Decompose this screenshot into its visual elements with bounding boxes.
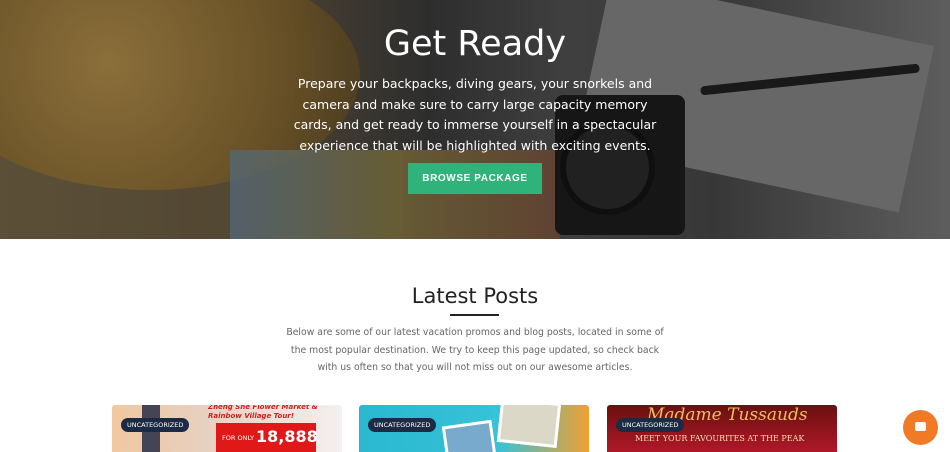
price: 18,888 [256,427,318,446]
photo-image [441,419,497,452]
section-title: Latest Posts [411,284,539,308]
title-underline [450,314,499,316]
chat-icon [915,422,926,431]
category-badge[interactable]: UNCATEGORIZED [368,418,437,432]
post-card[interactable]: Zheng She Flower Market & Rainbow Villag… [112,405,342,452]
section-description: Below are some of our latest vacation pr… [286,327,664,373]
category-badge[interactable]: UNCATEGORIZED [121,418,190,432]
post-card[interactable]: UNCATEGORIZED [359,405,589,452]
chat-button[interactable] [903,410,938,445]
card-image-text: Zheng She Flower Market & Rainbow Villag… [208,405,318,420]
price-label: FOR ONLY [222,434,255,442]
browse-package-button[interactable]: BROWSE PACKAGE [408,163,542,194]
card-subtitle: MEET YOUR FAVOURITES AT THE PEAK [635,434,805,443]
price-banner: FOR ONLY 18,888 [216,423,318,452]
beach-photo-image [496,405,562,449]
hero-text: Prepare your backpacks, diving gears, yo… [293,76,657,153]
hero-title: Get Ready [383,24,567,64]
category-badge[interactable]: UNCATEGORIZED [616,418,685,432]
post-card[interactable]: Madame Tussauds MEET YOUR FAVOURITES AT … [607,405,837,452]
hero-banner: Get Ready Prepare your backpacks, diving… [0,0,950,239]
